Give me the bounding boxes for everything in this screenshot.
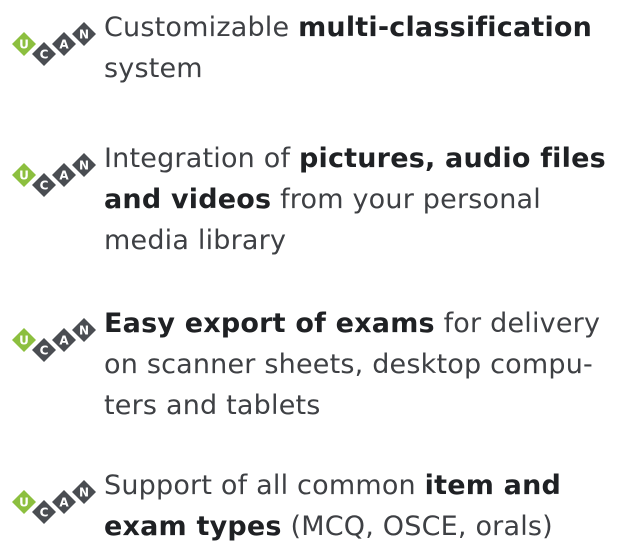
text-segment: ters and tablets [104,390,321,421]
svg-text:C: C [40,179,49,193]
feature-line: on scanner sheets, desktop compu- [104,344,619,385]
svg-text:A: A [59,496,69,510]
text-segment: media library [104,225,287,256]
svg-text:C: C [40,48,49,62]
feature-line: ters and tablets [104,385,619,426]
text-segment-bold: and videos [104,184,272,215]
feature-line: and videos from your personal [104,179,619,220]
text-segment: from your personal [271,184,541,215]
text-segment-bold: item and [424,470,562,501]
svg-text:N: N [79,486,89,500]
text-segment: system [104,53,203,84]
ucan-logo-icon: U C A N [12,480,96,524]
ucan-logo-icon: U C A N [12,318,96,362]
feature-line: exam types (MCQ, OSCE, orals) [104,506,619,547]
feature-text: Easy export of exams for delivery on sca… [104,303,619,426]
svg-text:U: U [19,169,29,183]
text-segment: (MCQ, OSCE, orals) [281,511,553,542]
svg-text:A: A [59,38,69,52]
feature-line: Easy export of exams for delivery [104,303,619,344]
text-segment-bold: Easy export of exams [104,308,435,339]
svg-text:C: C [40,506,49,520]
svg-text:U: U [19,334,29,348]
ucan-logo-icon: U C A N [12,22,96,66]
svg-text:N: N [79,159,89,173]
feature-text: Customizable multi-classification system [104,7,619,89]
text-segment: on scanner sheets, desktop compu- [104,349,593,380]
ucan-logo-icon: U C A N [12,153,96,197]
feature-text: Support of all common item and exam type… [104,465,619,547]
text-segment: Support of all common [104,470,425,501]
text-segment-bold: multi-classification [298,12,593,43]
svg-text:C: C [40,344,49,358]
feature-line: media library [104,220,619,261]
text-segment: Customizable [104,12,299,43]
feature-line: Support of all common item and [104,465,619,506]
feature-line: Integration of pictures, audio files [104,138,619,179]
svg-text:U: U [19,38,29,52]
feature-line: Customizable multi-classification [104,7,619,48]
text-segment-bold: exam types [104,511,282,542]
text-segment: Integration of [104,143,299,174]
feature-line: system [104,48,619,89]
feature-text: Integration of pictures, audio files and… [104,138,619,261]
text-segment: for delivery [434,308,601,339]
svg-text:N: N [79,324,89,338]
svg-text:A: A [59,169,69,183]
text-segment-bold: pictures, audio files [298,143,606,174]
svg-text:A: A [59,334,69,348]
svg-text:N: N [79,28,89,42]
svg-text:U: U [19,496,29,510]
